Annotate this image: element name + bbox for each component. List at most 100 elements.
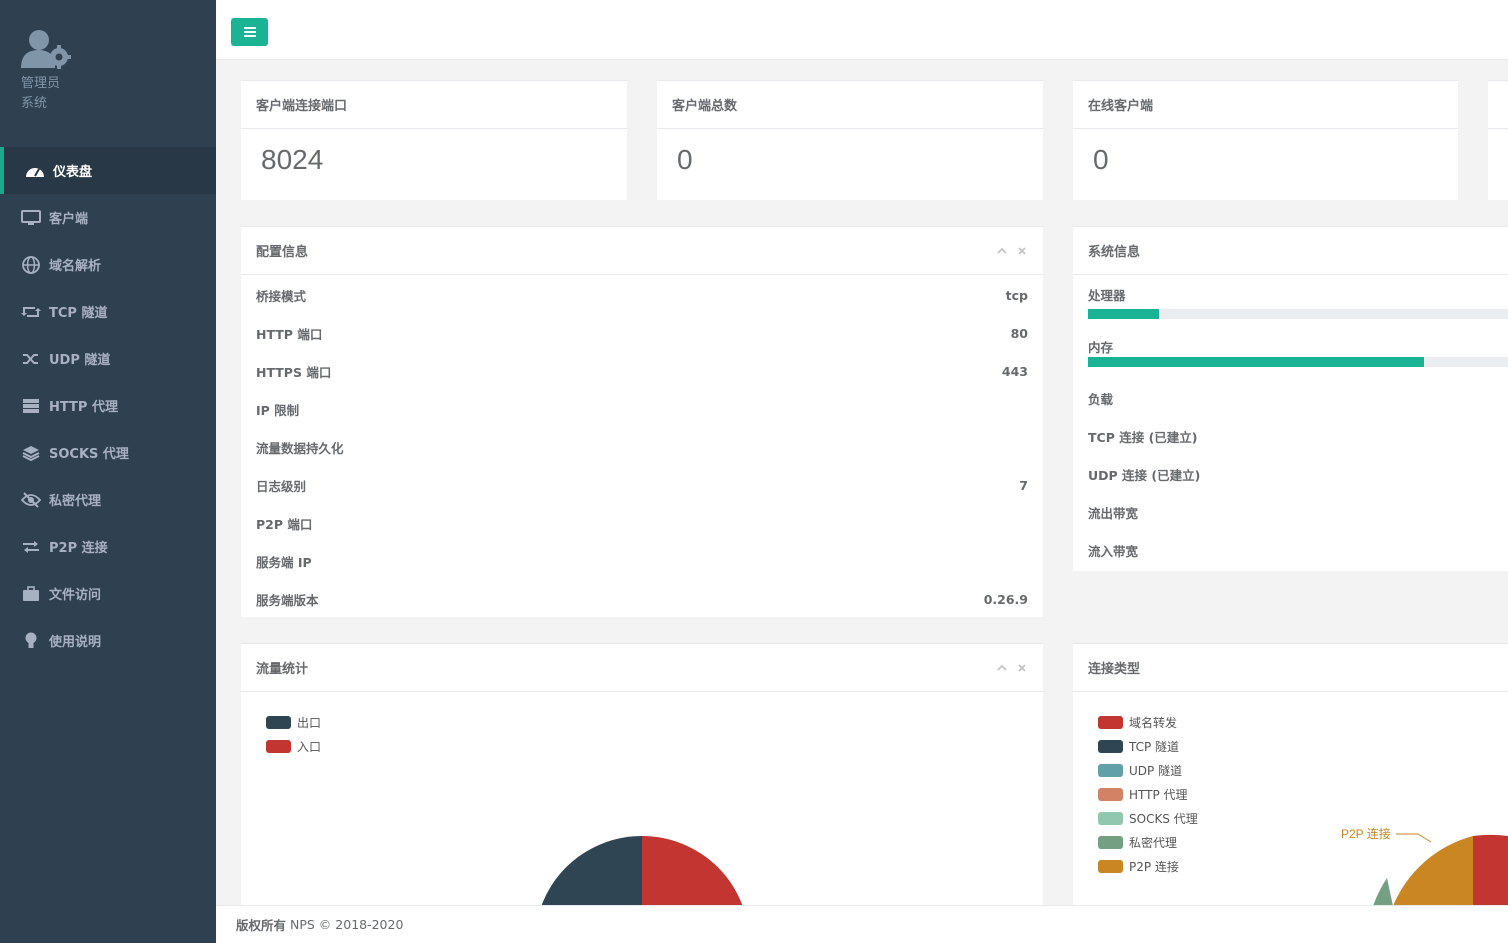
stat-value: 0 (677, 144, 693, 175)
random-icon (21, 350, 41, 368)
pie-label-p2p: P2P 连接 (1341, 826, 1391, 841)
system-row-label: UDP 连接 (已建立) (1088, 467, 1201, 483)
stat-card-total-clients: 客户端总数 0 (657, 80, 1043, 200)
system-row-label: 流出带宽 (1088, 505, 1139, 521)
config-label: 桥接模式 (256, 288, 307, 304)
sidebar-item-label: 文件访问 (49, 588, 102, 603)
pie-label-line (1396, 833, 1432, 843)
config-value: 0.26.9 (983, 591, 1028, 607)
connection-pie: P2P 连接 (1341, 826, 1508, 905)
stat-card-partial (1488, 80, 1508, 200)
config-value: 80 (1010, 325, 1028, 341)
sidebar-item[interactable]: 私密代理 (0, 476, 216, 523)
config-row: IP 限制 (241, 390, 1043, 428)
config-row: 服务端版本 0.26.9 (241, 580, 1043, 618)
sidebar-item-label: HTTP 代理 (49, 400, 118, 415)
config-row: 流量数据持久化 (241, 428, 1043, 466)
system-row: 流出带宽 (1073, 493, 1508, 531)
config-label: 服务端 IP (256, 554, 312, 570)
config-panel: 配置信息 桥接模式 tcp HTTP 端口 80 HTTPS 端口 443 IP 限制流量数… (241, 226, 1043, 617)
footer-copyright: 版权所有 (236, 918, 287, 933)
config-row: HTTPS 端口 443 (241, 352, 1043, 390)
sidebar-item-label: SOCKS 代理 (49, 447, 129, 462)
sidebar-item-label: 使用说明 (49, 635, 102, 650)
cpu-progress (1088, 309, 1508, 319)
user-gear-icon[interactable] (21, 28, 73, 72)
connection-type-panel: 连接类型 域名转发 TCP 隧道 UDP 隧道 HTTP 代理 SOCKS 代理 私密代理… (1073, 643, 1508, 905)
stat-title: 在线客户端 (1088, 99, 1154, 114)
traffic-pie (535, 836, 749, 905)
profile-system: 系统 (21, 96, 48, 111)
config-label: IP 限制 (256, 402, 300, 418)
sidebar-item[interactable]: 仪表盘 (0, 147, 216, 194)
config-row: 日志级别 7 (241, 466, 1043, 504)
layers-icon (21, 444, 41, 462)
sidebar: 管理员 系统 仪表盘客户端域名解析 TCP 隧道 UDP 隧道 HTTP 代理 SOCK… (0, 0, 216, 943)
config-row: P2P 端口 (241, 504, 1043, 542)
config-label: P2P 端口 (256, 516, 313, 532)
chevron-up-icon[interactable] (996, 245, 1008, 257)
bars-icon (243, 27, 256, 37)
config-title: 配置信息 (256, 245, 309, 260)
system-row: TCP 连接 (已建立) (1073, 417, 1508, 455)
system-row-label: 负载 (1088, 391, 1114, 407)
sidebar-item-label: 仪表盘 (53, 165, 93, 180)
stat-card-port: 客户端连接端口 8024 (241, 80, 627, 200)
pie-slice-private[interactable] (1373, 878, 1393, 905)
sidebar-item[interactable]: P2P 连接 (0, 523, 216, 570)
memory-progress-fill (1088, 357, 1424, 367)
pie-slice-out[interactable] (535, 836, 642, 905)
config-row: HTTP 端口 80 (241, 314, 1043, 352)
dashboard-icon (25, 162, 45, 180)
sidebar-item[interactable]: TCP 隧道 (0, 288, 216, 335)
profile-role: 管理员 (21, 76, 61, 91)
sidebar-item[interactable]: 使用说明 (0, 617, 216, 664)
config-label: HTTPS 端口 (256, 364, 332, 380)
stat-card-online-clients: 在线客户端 0 (1073, 80, 1458, 200)
system-row: 负载 (1073, 379, 1508, 417)
stat-value: 0 (1093, 144, 1109, 175)
desktop-icon (21, 209, 41, 227)
sidebar-item-label: TCP 隧道 (49, 306, 108, 321)
globe-icon (21, 255, 41, 274)
pie-slice-in[interactable] (642, 836, 749, 905)
stat-title: 客户端连接端口 (256, 99, 348, 114)
sidebar-item-label: 域名解析 (49, 259, 102, 274)
lightbulb-icon (21, 632, 41, 650)
sidebar-item-label: P2P 连接 (49, 541, 108, 556)
footer: 版权所有 NPS © 2018-2020 (216, 905, 1508, 943)
config-label: 流量数据持久化 (256, 440, 344, 456)
traffic-panel: 流量统计 出口 入口 (241, 643, 1043, 905)
footer-text: NPS © 2018-2020 (290, 917, 404, 932)
menu-toggle-button[interactable] (231, 18, 268, 46)
config-value: tcp (1005, 287, 1028, 303)
pie-slice-domain[interactable] (1473, 834, 1508, 905)
system-row-label: 流入带宽 (1088, 543, 1139, 559)
cpu-progress-fill (1088, 309, 1160, 319)
memory-progress (1088, 357, 1508, 367)
sidebar-item[interactable]: UDP 隧道 (0, 335, 216, 382)
sidebar-item[interactable]: 域名解析 (0, 241, 216, 288)
sidebar-item-label: 客户端 (49, 212, 89, 227)
close-icon[interactable] (1016, 245, 1028, 257)
stat-title: 客户端总数 (672, 99, 738, 114)
config-label: 服务端版本 (256, 592, 319, 608)
retweet-icon (21, 303, 41, 321)
sidebar-item[interactable]: 文件访问 (0, 570, 216, 617)
sidebar-item[interactable]: HTTP 代理 (0, 382, 216, 429)
system-title: 系统信息 (1088, 245, 1141, 260)
pie-slice-p2p[interactable] (1393, 836, 1473, 905)
config-row: 服务端 IP (241, 542, 1043, 580)
sidebar-item-label: UDP 隧道 (49, 353, 111, 368)
config-label: HTTP 端口 (256, 326, 323, 342)
config-label: 日志级别 (256, 478, 307, 494)
config-value: 7 (1019, 477, 1028, 493)
profile: 管理员 系统 (0, 0, 216, 147)
cpu-label: 处理器 (1088, 287, 1126, 303)
sidebar-item[interactable]: SOCKS 代理 (0, 429, 216, 476)
system-panel: 系统信息 处理器 内存 负载 TCP 连接 (已建立) UDP 连接 (已建立) 流出… (1073, 226, 1508, 571)
briefcase-icon (21, 585, 41, 603)
top-navbar (216, 0, 1508, 60)
system-row-label: TCP 连接 (已建立) (1088, 429, 1198, 445)
sidebar-item[interactable]: 客户端 (0, 194, 216, 241)
